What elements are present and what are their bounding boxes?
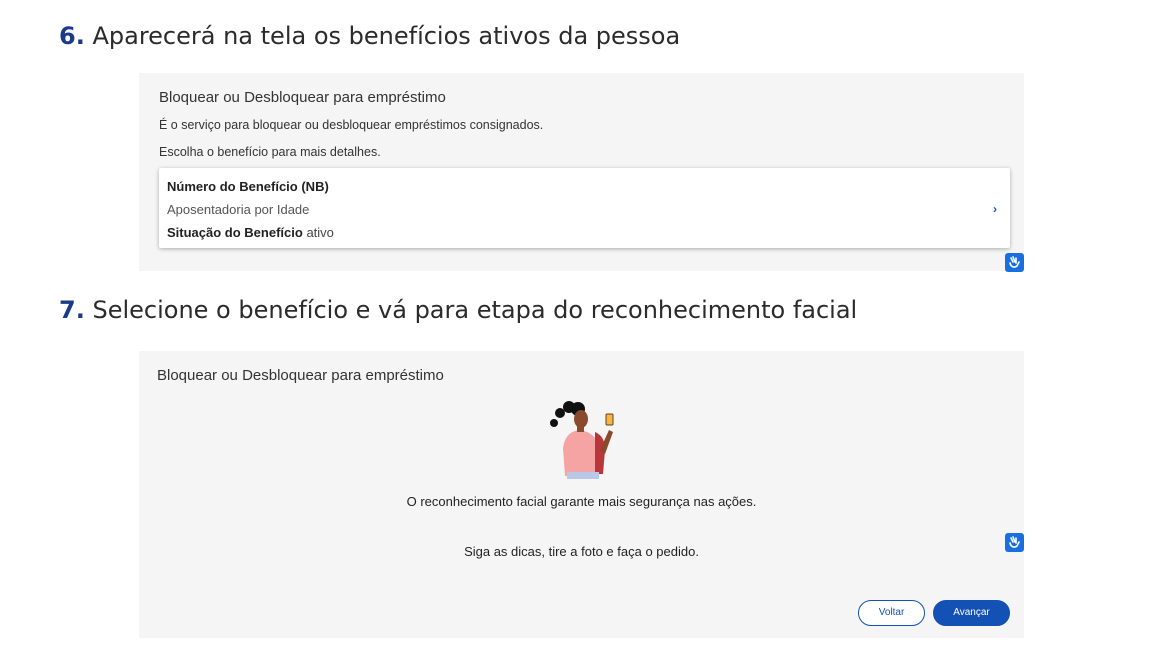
facial-tip-message: Siga as dicas, tire a foto e faça o pedi… bbox=[464, 544, 699, 559]
benefit-number-label: Número do Benefício (NB) bbox=[167, 179, 329, 194]
step-7-number: 7. bbox=[59, 296, 85, 324]
step-6-text: Aparecerá na tela os benefícios ativos d… bbox=[92, 22, 681, 50]
step-7-heading: 7. Selecione o benefício e vá para etapa… bbox=[59, 296, 857, 324]
vlibras-hand-icon[interactable] bbox=[1005, 253, 1024, 272]
step-7-text: Selecione o benefício e vá para etapa do… bbox=[92, 296, 858, 324]
choose-benefit-instruction: Escolha o benefício para mais detalhes. bbox=[159, 145, 381, 159]
benefit-status: Situação do Benefício ativo bbox=[167, 225, 334, 240]
step-6-heading: 6. Aparecerá na tela os benefícios ativo… bbox=[59, 22, 680, 50]
facial-recognition-screenshot: Bloquear ou Desbloquear para empréstimo … bbox=[139, 351, 1024, 638]
next-button[interactable]: Avançar bbox=[933, 600, 1010, 626]
step-6-number: 6. bbox=[59, 22, 85, 50]
back-button[interactable]: Voltar bbox=[858, 600, 925, 626]
woman-selfie-illustration bbox=[550, 401, 614, 479]
chevron-right-icon[interactable]: › bbox=[993, 202, 997, 216]
service-title: Bloquear ou Desbloquear para empréstimo bbox=[159, 89, 446, 106]
benefit-card[interactable]: Número do Benefício (NB) Aposentadoria p… bbox=[159, 168, 1010, 248]
service-description: É o serviço para bloquear ou desbloquear… bbox=[159, 118, 544, 132]
benefit-status-label: Situação do Benefício bbox=[167, 225, 303, 240]
vlibras-hand-icon[interactable] bbox=[1005, 533, 1024, 552]
benefit-type: Aposentadoria por Idade bbox=[167, 202, 310, 217]
service-title-2: Bloquear ou Desbloquear para empréstimo bbox=[157, 367, 444, 384]
facial-security-message: O reconhecimento facial garante mais seg… bbox=[406, 494, 757, 509]
benefit-status-value: ativo bbox=[306, 225, 334, 240]
benefit-list-screenshot: Bloquear ou Desbloquear para empréstimo … bbox=[139, 73, 1024, 271]
